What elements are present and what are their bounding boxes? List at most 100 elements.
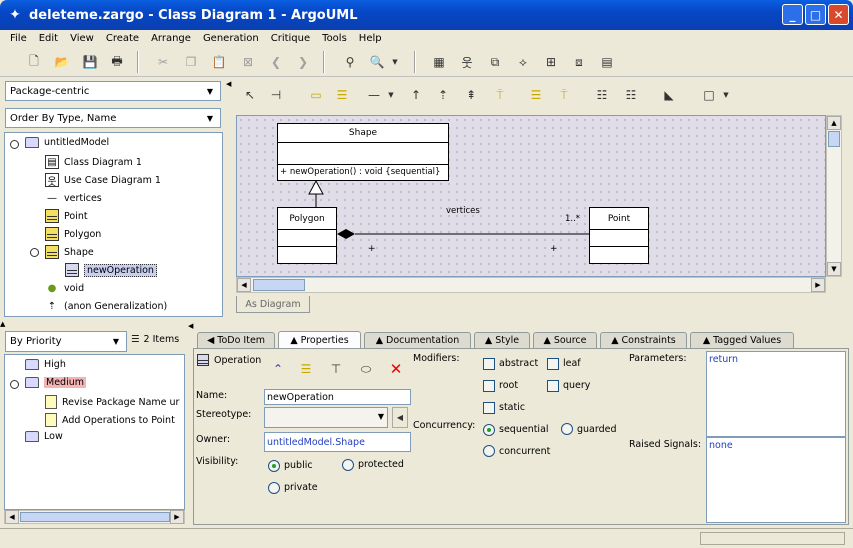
tree-item-shape[interactable]: Shape bbox=[45, 245, 94, 259]
save-project-icon[interactable]: 💾 bbox=[80, 52, 100, 72]
scroll-down-icon[interactable]: ▼ bbox=[827, 262, 841, 276]
as-diagram-tab[interactable]: As Diagram bbox=[236, 296, 310, 313]
leaf-checkbox[interactable] bbox=[547, 358, 559, 370]
tree-item-point[interactable]: Point bbox=[45, 209, 88, 223]
association-multiplicity[interactable]: 1..* bbox=[565, 214, 580, 224]
todo-item-medium[interactable]: Medium bbox=[25, 377, 86, 388]
scroll-up-icon[interactable]: ▲ bbox=[827, 116, 841, 130]
menu-generation[interactable]: Generation bbox=[197, 33, 265, 44]
interface-tool-icon[interactable]: ⍑ bbox=[490, 85, 510, 105]
menu-create[interactable]: Create bbox=[100, 33, 145, 44]
new-collaboration-icon[interactable]: ⊞ bbox=[541, 52, 561, 72]
scroll-right-icon[interactable]: ▶ bbox=[811, 278, 825, 292]
new-usecase-diagram-icon[interactable]: 웃 bbox=[457, 52, 477, 72]
select-tool-icon[interactable]: ↖ bbox=[240, 85, 260, 105]
find-icon[interactable]: ⚲ bbox=[340, 52, 360, 72]
tree-item-class-diagram[interactable]: ▤ Class Diagram 1 bbox=[45, 155, 142, 169]
new-activity-diagram-icon[interactable]: ⟡ bbox=[513, 52, 533, 72]
scroll-left-icon[interactable]: ◀ bbox=[237, 278, 251, 292]
uml-class-point[interactable]: Point bbox=[589, 207, 649, 264]
todo-item-high[interactable]: High bbox=[25, 359, 66, 370]
diagram-vertical-scrollbar[interactable]: ▲ ▼ bbox=[826, 115, 842, 277]
new-signal-icon[interactable]: ⬭ bbox=[356, 359, 376, 379]
navigate-forward-icon[interactable]: ❯ bbox=[293, 52, 313, 72]
menu-critique[interactable]: Critique bbox=[265, 33, 316, 44]
splitter-left-icon[interactable]: ◀ bbox=[226, 80, 231, 88]
tree-item-usecase-diagram[interactable]: 웃 Use Case Diagram 1 bbox=[45, 173, 161, 188]
visibility-protected-radio[interactable] bbox=[342, 459, 354, 471]
tab-tagged-values[interactable]: ▲ Tagged Values bbox=[690, 332, 794, 348]
static-checkbox[interactable] bbox=[483, 402, 495, 414]
operation-tool-icon[interactable]: ⍑ bbox=[554, 85, 574, 105]
menu-tools[interactable]: Tools bbox=[316, 33, 353, 44]
tree-handle[interactable] bbox=[10, 380, 19, 389]
broom-tool-icon[interactable]: ⊣ bbox=[266, 85, 286, 105]
menu-view[interactable]: View bbox=[64, 33, 100, 44]
tree-item-void[interactable]: ● void bbox=[45, 281, 84, 295]
package-tool-icon[interactable]: ▭ bbox=[306, 85, 326, 105]
open-project-icon[interactable]: 📂 bbox=[52, 52, 72, 72]
new-operation-icon[interactable]: ☰ bbox=[296, 359, 316, 379]
uml-class-polygon[interactable]: Polygon bbox=[277, 207, 337, 264]
new-project-icon[interactable]: 🗋 bbox=[24, 52, 44, 72]
todo-item-low[interactable]: Low bbox=[25, 431, 63, 442]
zoom-icon[interactable]: 🔍 bbox=[367, 52, 387, 72]
uml-class-shape[interactable]: Shape + newOperation() : void {sequentia… bbox=[277, 123, 449, 181]
delete-icon[interactable]: ✕ bbox=[386, 359, 406, 379]
todo-priority-select[interactable]: By Priority ▼ bbox=[5, 331, 127, 352]
association-dropdown-icon[interactable]: ▼ bbox=[381, 85, 401, 105]
comment-tool-icon[interactable]: ◣ bbox=[659, 85, 679, 105]
sequential-radio[interactable] bbox=[483, 424, 495, 436]
todo-item-add-operations[interactable]: Add Operations to Point bbox=[45, 413, 175, 427]
raised-signals-list[interactable]: none bbox=[706, 437, 846, 523]
diagram-canvas[interactable]: Shape + newOperation() : void {sequentia… bbox=[236, 115, 826, 277]
tree-item-polygon[interactable]: Polygon bbox=[45, 227, 101, 241]
order-select[interactable]: Order By Type, Name ▼ bbox=[5, 108, 221, 128]
generalization-tool-icon[interactable]: ⇡ bbox=[433, 85, 453, 105]
visibility-public-radio[interactable] bbox=[268, 460, 280, 472]
navigate-back-icon[interactable]: ❮ bbox=[266, 52, 286, 72]
parameters-list[interactable]: return bbox=[706, 351, 846, 437]
menu-help[interactable]: Help bbox=[353, 33, 388, 44]
scroll-left-icon[interactable]: ◀ bbox=[5, 510, 19, 524]
menu-edit[interactable]: Edit bbox=[33, 33, 64, 44]
tab-source[interactable]: ▲ Source bbox=[533, 332, 597, 348]
new-statechart-icon[interactable]: ⧉ bbox=[485, 52, 505, 72]
new-deployment-icon[interactable]: ⧈ bbox=[569, 52, 589, 72]
visibility-private-radio[interactable] bbox=[268, 482, 280, 494]
tab-constraints[interactable]: ▲ Constraints bbox=[600, 332, 687, 348]
owner-field[interactable]: untitledModel.Shape bbox=[264, 432, 411, 452]
guarded-radio[interactable] bbox=[561, 423, 573, 435]
zoom-dropdown-icon[interactable]: ▼ bbox=[385, 52, 405, 72]
new-class-diagram-icon[interactable]: ▦ bbox=[429, 52, 449, 72]
tab-documentation[interactable]: ▲ Documentation bbox=[364, 332, 471, 348]
splitter-up-icon[interactable]: ▲ bbox=[0, 320, 5, 328]
stereotype-nav-icon[interactable]: ◀ bbox=[392, 407, 408, 428]
scroll-thumb[interactable] bbox=[828, 131, 840, 147]
scroll-thumb[interactable] bbox=[253, 279, 305, 291]
tab-todo-item[interactable]: ◀ ToDo Item bbox=[197, 332, 275, 348]
delete-icon[interactable]: ⊠ bbox=[238, 52, 258, 72]
class-tool-icon[interactable]: ☰ bbox=[332, 85, 352, 105]
diagram-horizontal-scrollbar[interactable]: ◀ ▶ bbox=[236, 277, 826, 293]
paste-icon[interactable]: 📋 bbox=[209, 52, 229, 72]
splitter-left-icon[interactable]: ◀ bbox=[188, 322, 193, 330]
realization-tool-icon[interactable]: ⇞ bbox=[461, 85, 481, 105]
scroll-thumb[interactable] bbox=[20, 512, 170, 522]
name-field[interactable]: newOperation bbox=[264, 389, 411, 405]
copy-icon[interactable]: ❐ bbox=[181, 52, 201, 72]
print-icon[interactable]: 🖶 bbox=[107, 52, 127, 72]
menu-arrange[interactable]: Arrange bbox=[145, 33, 197, 44]
shape-dropdown-icon[interactable]: ▼ bbox=[716, 85, 736, 105]
tree-item-untitledmodel[interactable]: untitledModel bbox=[25, 137, 109, 148]
tab-style[interactable]: ▲ Style bbox=[474, 332, 530, 348]
tab-properties[interactable]: ▲ Properties bbox=[278, 331, 361, 349]
dependency-tool-icon[interactable]: ↑ bbox=[406, 85, 426, 105]
add-operation-icon[interactable]: ☷ bbox=[621, 85, 641, 105]
tree-item-generalization[interactable]: ⇡ (anon Generalization) bbox=[45, 299, 167, 313]
menu-file[interactable]: File bbox=[4, 33, 33, 44]
todo-item-revise-package[interactable]: Revise Package Name ur bbox=[45, 395, 179, 409]
add-attribute-icon[interactable]: ☷ bbox=[592, 85, 612, 105]
new-parameter-icon[interactable]: ⊤ bbox=[326, 359, 346, 379]
stereotype-select[interactable]: ▼ bbox=[264, 407, 388, 428]
